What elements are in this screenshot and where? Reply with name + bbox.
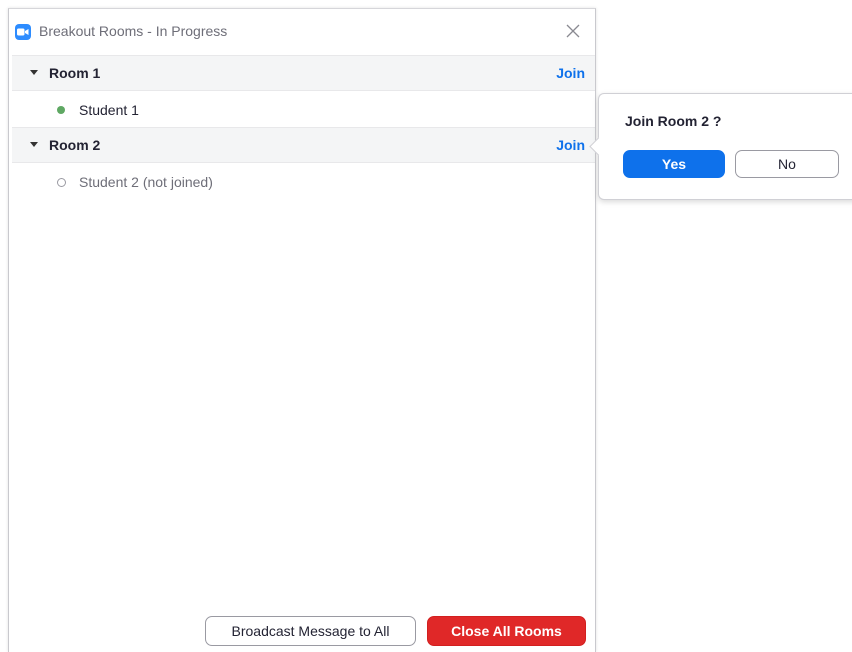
yes-button[interactable]: Yes xyxy=(623,150,725,178)
caret-down-icon[interactable] xyxy=(30,70,38,75)
broadcast-message-button[interactable]: Broadcast Message to All xyxy=(205,616,416,646)
room-name: Room 2 xyxy=(49,137,101,153)
join-room-2-link[interactable]: Join xyxy=(556,137,585,153)
not-joined-status-dot-icon xyxy=(57,178,66,187)
popover-title: Join Room 2 ? xyxy=(625,113,722,129)
join-room-1-link[interactable]: Join xyxy=(556,65,585,81)
join-room-popover: Join Room 2 ? Yes No xyxy=(589,93,852,200)
participant-row: Student 1 xyxy=(12,95,595,127)
room-header-2[interactable]: Room 2 Join xyxy=(12,127,595,163)
no-button[interactable]: No xyxy=(735,150,839,178)
title-bar: Breakout Rooms - In Progress xyxy=(9,9,595,55)
participant-name: Student 1 xyxy=(79,102,139,118)
close-all-rooms-button[interactable]: Close All Rooms xyxy=(427,616,586,646)
participant-name: Student 2 (not joined) xyxy=(79,174,213,190)
room-header-1[interactable]: Room 1 Join xyxy=(12,55,595,91)
caret-down-icon[interactable] xyxy=(30,142,38,147)
joined-status-dot-icon xyxy=(57,106,65,114)
breakout-rooms-window: Breakout Rooms - In Progress Room 1 Join… xyxy=(8,8,596,652)
close-icon[interactable] xyxy=(563,21,583,41)
room-name: Room 1 xyxy=(49,65,101,81)
zoom-camera-icon xyxy=(15,24,31,40)
participant-row: Student 2 (not joined) xyxy=(12,167,595,199)
window-title: Breakout Rooms - In Progress xyxy=(39,23,228,39)
